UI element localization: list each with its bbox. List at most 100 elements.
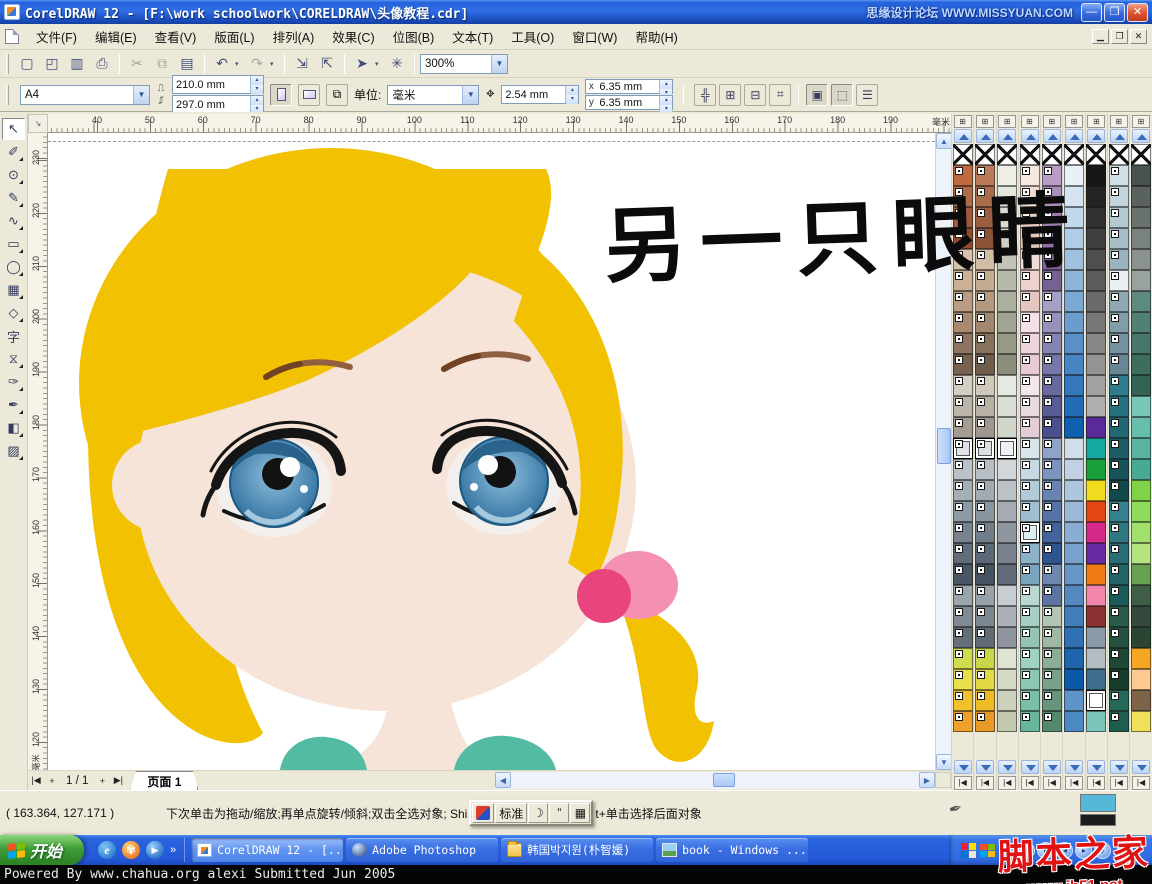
color-swatch[interactable] — [975, 291, 995, 312]
color-swatch[interactable] — [1131, 291, 1151, 312]
color-swatch[interactable] — [997, 417, 1017, 438]
color-swatch[interactable] — [953, 165, 973, 186]
color-swatch[interactable] — [997, 354, 1017, 375]
color-swatch[interactable] — [975, 207, 995, 228]
tray-ime-icon[interactable] — [961, 843, 976, 858]
color-swatch[interactable] — [1086, 627, 1106, 648]
color-swatch[interactable] — [1131, 396, 1151, 417]
color-swatch[interactable] — [1109, 585, 1129, 606]
snap-to-objects-icon[interactable]: ⊟ — [744, 84, 766, 106]
doc-close-button[interactable]: ✕ — [1130, 29, 1147, 44]
color-swatch[interactable] — [997, 690, 1017, 711]
color-swatch[interactable] — [975, 165, 995, 186]
color-swatch[interactable] — [1020, 207, 1040, 228]
color-swatch[interactable] — [953, 249, 973, 270]
no-color-swatch[interactable] — [953, 144, 973, 165]
color-swatch[interactable] — [1042, 396, 1062, 417]
color-swatch[interactable] — [1131, 354, 1151, 375]
taskbar-task[interactable]: CorelDRAW 12 - [... — [191, 838, 343, 862]
portrait-button[interactable] — [270, 84, 292, 106]
color-swatch[interactable] — [1109, 165, 1129, 186]
color-swatch[interactable] — [1042, 354, 1062, 375]
color-swatch[interactable] — [975, 522, 995, 543]
chevron-down-icon[interactable]: ▾ — [375, 60, 384, 68]
color-swatch[interactable] — [1020, 543, 1040, 564]
color-swatch[interactable] — [953, 669, 973, 690]
color-swatch[interactable] — [1042, 669, 1062, 690]
palette-flyout-button[interactable]: |◀ — [1110, 776, 1128, 790]
palette-flyout-button[interactable]: |◀ — [1043, 776, 1061, 790]
color-swatch[interactable] — [1109, 333, 1129, 354]
color-swatch[interactable] — [1131, 564, 1151, 585]
color-swatch[interactable] — [1064, 228, 1084, 249]
color-swatch[interactable] — [975, 228, 995, 249]
first-page-button[interactable]: |◀ — [28, 773, 44, 789]
close-button[interactable]: ✕ — [1127, 3, 1148, 22]
color-swatch[interactable] — [1042, 165, 1062, 186]
shape-tool[interactable]: ✐ — [2, 141, 25, 163]
color-swatch[interactable] — [953, 417, 973, 438]
color-swatch[interactable] — [1042, 438, 1062, 459]
color-swatch[interactable] — [953, 627, 973, 648]
marquee-select-icon[interactable]: ⬚ — [831, 84, 853, 106]
color-swatch[interactable] — [1086, 396, 1106, 417]
color-swatch[interactable] — [1109, 543, 1129, 564]
color-swatch[interactable] — [1042, 585, 1062, 606]
redo-icon[interactable]: ↷ — [245, 52, 269, 75]
color-swatch[interactable] — [953, 333, 973, 354]
tray-expand-icon[interactable]: ˄ — [1115, 845, 1120, 855]
color-swatch[interactable] — [1020, 585, 1040, 606]
menu-item[interactable]: 工具(O) — [502, 24, 563, 49]
media-stop-icon[interactable]: ■ — [1037, 842, 1054, 859]
color-swatch[interactable] — [1109, 669, 1129, 690]
color-swatch[interactable] — [1042, 480, 1062, 501]
color-swatch[interactable] — [1020, 270, 1040, 291]
color-swatch[interactable] — [1131, 165, 1151, 186]
no-color-swatch[interactable] — [975, 144, 995, 165]
color-swatch[interactable] — [1020, 186, 1040, 207]
color-swatch[interactable] — [1064, 711, 1084, 732]
nudge-field[interactable]: 2.54 mm ▴▾ — [501, 85, 579, 104]
color-swatch[interactable] — [997, 627, 1017, 648]
paste-icon[interactable]: ▤ — [175, 52, 199, 75]
color-swatch[interactable] — [1131, 207, 1151, 228]
color-swatch[interactable] — [953, 228, 973, 249]
chevron-down-icon[interactable]: ▼ — [133, 86, 149, 104]
no-color-swatch[interactable] — [1020, 144, 1040, 165]
options-icon[interactable]: ☰ — [856, 84, 878, 106]
menu-item[interactable]: 效果(C) — [323, 24, 383, 49]
scroll-right-icon[interactable]: ▶ — [919, 772, 935, 788]
minimize-button[interactable]: — — [1081, 3, 1102, 22]
color-swatch[interactable] — [997, 648, 1017, 669]
color-swatch[interactable] — [1020, 438, 1040, 459]
color-swatch[interactable] — [1064, 186, 1084, 207]
import-icon[interactable]: ⇲ — [290, 52, 314, 75]
save-icon[interactable]: ▥ — [65, 52, 89, 75]
color-swatch[interactable] — [1109, 690, 1129, 711]
color-swatch[interactable] — [997, 564, 1017, 585]
vertical-scrollbar[interactable]: ▲ ▼ — [935, 133, 951, 770]
ellipse-tool[interactable]: ◯ — [2, 256, 25, 278]
color-swatch[interactable] — [1086, 249, 1106, 270]
color-swatch[interactable] — [1042, 417, 1062, 438]
color-swatch[interactable] — [1042, 522, 1062, 543]
color-swatch[interactable] — [1020, 522, 1040, 543]
color-swatch[interactable] — [1086, 564, 1106, 585]
color-swatch[interactable] — [1131, 333, 1151, 354]
color-swatch[interactable] — [1064, 291, 1084, 312]
chevron-down-icon[interactable]: ▾ — [270, 60, 279, 68]
color-swatch[interactable] — [975, 417, 995, 438]
color-swatch[interactable] — [1064, 249, 1084, 270]
palette-flyout-button[interactable]: |◀ — [1021, 776, 1039, 790]
color-swatch[interactable] — [1020, 249, 1040, 270]
color-swatch[interactable] — [997, 543, 1017, 564]
color-swatch[interactable] — [997, 711, 1017, 732]
no-color-swatch[interactable] — [1042, 144, 1062, 165]
smart-drawing-tool[interactable]: ∿ — [2, 210, 25, 232]
color-swatch[interactable] — [1131, 627, 1151, 648]
color-swatch[interactable] — [1131, 228, 1151, 249]
color-swatch[interactable] — [1086, 690, 1106, 711]
color-swatch[interactable] — [953, 501, 973, 522]
color-swatch[interactable] — [997, 375, 1017, 396]
zoom-level-combo[interactable]: 300% ▼ — [420, 54, 508, 74]
